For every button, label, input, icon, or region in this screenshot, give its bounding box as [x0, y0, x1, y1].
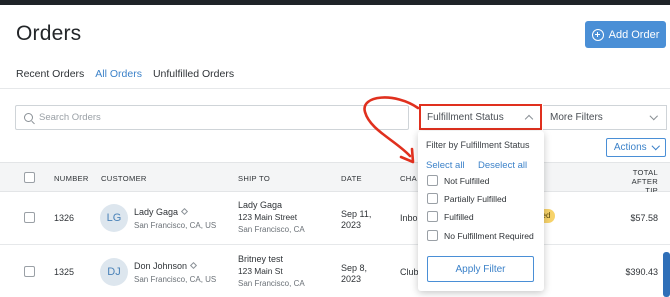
option-checkbox[interactable]	[427, 193, 438, 204]
order-number: 1325	[54, 267, 75, 277]
actions-label: Actions	[613, 142, 647, 153]
select-all-checkbox[interactable]	[24, 172, 35, 183]
customer-name: Lady Gaga	[134, 206, 189, 218]
option-label: No Fulfillment Required	[444, 230, 534, 241]
order-date-line2: 2023	[341, 220, 362, 230]
tab-unfulfilled-orders[interactable]: Unfulfilled Orders	[153, 68, 234, 85]
page-title: Orders	[16, 22, 82, 45]
ship-to-street: 123 Main Street	[238, 212, 298, 222]
fulfillment-status-dropdown[interactable]: Fulfillment Status	[419, 104, 542, 130]
search-input[interactable]	[39, 112, 399, 123]
column-channel: CHA	[400, 174, 417, 183]
chevron-down-icon	[649, 112, 658, 120]
actions-button[interactable]: Actions	[606, 138, 666, 157]
chevron-down-icon	[651, 142, 660, 150]
order-date-line2: 2023	[341, 274, 362, 284]
customer-name-text: Don Johnson	[134, 261, 188, 271]
table-row[interactable]: 1326 LG Lady Gaga San Francisco, CA, US …	[0, 192, 670, 245]
fulfillment-status-label: Fulfillment Status	[427, 111, 504, 123]
customer-name-text: Lady Gaga	[134, 207, 179, 217]
table-header: NUMBER CUSTOMER SHIP TO DATE CHA TOTAL A…	[0, 162, 670, 195]
customer-location: San Francisco, CA, US	[134, 275, 217, 284]
avatar: DJ	[100, 258, 128, 286]
tab-recent-orders[interactable]: Recent Orders	[16, 68, 84, 85]
add-order-label: Add Order	[608, 28, 660, 41]
ship-to-name: Britney test	[238, 254, 284, 264]
fulfillment-status-popup: Filter by Fulfillment Status Select all …	[418, 131, 544, 291]
diamond-icon	[181, 207, 189, 216]
column-customer: CUSTOMER	[101, 174, 147, 183]
order-tabs: Recent Orders All Orders Unfulfilled Ord…	[16, 68, 234, 85]
ship-to-street: 123 Main St	[238, 266, 283, 276]
row-checkbox[interactable]	[24, 266, 35, 277]
tab-all-orders[interactable]: All Orders	[95, 68, 142, 85]
option-checkbox[interactable]	[427, 211, 438, 222]
table-row[interactable]: 1325 DJ Don Johnson San Francisco, CA, U…	[0, 246, 670, 297]
scrollbar-handle[interactable]	[663, 252, 670, 297]
column-number: NUMBER	[54, 174, 89, 183]
select-all-link[interactable]: Select all	[426, 160, 465, 171]
option-label: Not Fulfilled	[444, 175, 490, 186]
order-total: $390.43	[625, 267, 658, 277]
apply-filter-button[interactable]: Apply Filter	[427, 256, 534, 282]
option-label: Fulfilled	[444, 211, 474, 222]
option-partially-fulfilled[interactable]: Partially Fulfilled	[427, 193, 507, 204]
column-total-line1: TOTAL AFTER	[631, 168, 658, 186]
order-total: $57.58	[630, 213, 658, 223]
deselect-all-link[interactable]: Deselect all	[478, 160, 527, 171]
column-ship-to: SHIP TO	[238, 174, 271, 183]
option-no-fulfillment-required[interactable]: No Fulfillment Required	[427, 230, 534, 241]
option-checkbox[interactable]	[427, 230, 438, 241]
option-fulfilled[interactable]: Fulfilled	[427, 211, 474, 222]
option-label: Partially Fulfilled	[444, 193, 507, 204]
order-channel: Club	[400, 267, 419, 277]
top-bar	[0, 0, 670, 5]
avatar: LG	[100, 204, 128, 232]
row-checkbox[interactable]	[24, 212, 35, 223]
search-icon	[24, 113, 33, 122]
add-order-button[interactable]: Add Order	[585, 21, 666, 48]
ship-to-city: San Francisco, CA	[238, 225, 305, 234]
diamond-icon	[190, 261, 198, 270]
order-channel: Inbo	[400, 213, 418, 223]
column-total-after-tip: TOTAL AFTER TIP	[610, 168, 658, 195]
ship-to-name: Lady Gaga	[238, 200, 283, 210]
plus-circle-icon	[591, 28, 604, 41]
option-checkbox[interactable]	[427, 175, 438, 186]
chevron-up-icon	[524, 114, 534, 123]
more-filters-dropdown[interactable]: More Filters	[543, 105, 667, 130]
popup-title: Filter by Fulfillment Status	[426, 140, 530, 150]
tabs-divider	[0, 88, 670, 89]
search-box[interactable]	[15, 105, 409, 130]
option-not-fulfilled[interactable]: Not Fulfilled	[427, 175, 489, 186]
order-number: 1326	[54, 213, 75, 223]
customer-name: Don Johnson	[134, 260, 198, 272]
ship-to-city: San Francisco, CA	[238, 279, 305, 288]
customer-location: San Francisco, CA, US	[134, 221, 217, 230]
more-filters-label: More Filters	[550, 112, 603, 123]
annotation-arrow-head	[399, 147, 415, 164]
column-date: DATE	[341, 174, 362, 183]
